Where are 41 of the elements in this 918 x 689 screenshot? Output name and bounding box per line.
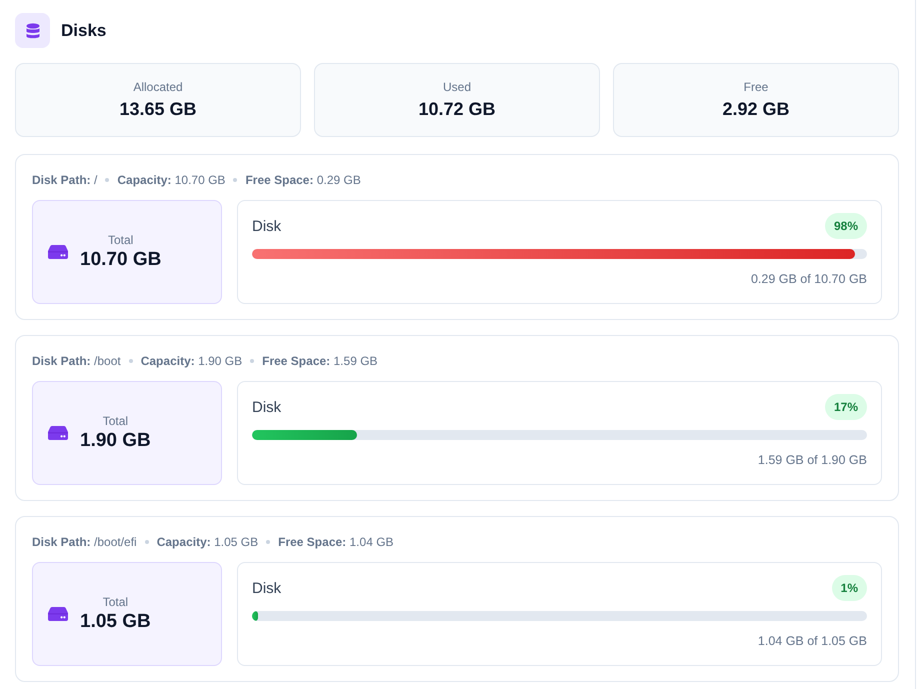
summary-label: Free bbox=[744, 80, 768, 94]
disk-info-text: Capacity: 1.90 GB bbox=[140, 354, 242, 368]
disk-info-text: Free Space: 1.04 GB bbox=[278, 535, 394, 549]
total-value: 1.90 GB bbox=[80, 430, 151, 452]
disk-info-text: Capacity: 1.05 GB bbox=[156, 535, 258, 549]
total-label: Total bbox=[102, 414, 128, 428]
separator-dot-icon bbox=[128, 359, 133, 363]
hard-drive-icon bbox=[48, 245, 68, 259]
disk-info-text: Free Space: 0.29 GB bbox=[245, 173, 361, 187]
total-value: 1.05 GB bbox=[80, 611, 151, 633]
total-label: Total bbox=[102, 595, 128, 609]
separator-dot-icon bbox=[233, 178, 238, 182]
hard-drive-icon bbox=[48, 607, 68, 621]
separator-dot-icon bbox=[105, 178, 110, 182]
usage-text: 1.04 GB of 1.05 GB bbox=[756, 634, 867, 648]
summary-value: 13.65 GB bbox=[119, 99, 197, 120]
separator-dot-icon bbox=[144, 540, 149, 544]
summary-label: Used bbox=[442, 80, 471, 94]
percent-badge: 1% bbox=[832, 575, 867, 601]
database-icon bbox=[15, 13, 50, 48]
summary-value: 2.92 GB bbox=[722, 99, 790, 120]
disk-info-text: Disk Path: /boot/efi bbox=[32, 535, 137, 549]
summary-label: Allocated bbox=[133, 80, 183, 94]
usage-label: Disk bbox=[252, 218, 282, 234]
usage-text: 1.59 GB of 1.90 GB bbox=[756, 453, 867, 467]
disk-info-text: Free Space: 1.59 GB bbox=[262, 354, 378, 368]
usage-label: Disk bbox=[252, 580, 282, 596]
section-title: Disks bbox=[61, 20, 106, 40]
usage-text: 0.29 GB of 10.70 GB bbox=[750, 272, 867, 286]
disk-info-text: Capacity: 10.70 GB bbox=[117, 173, 226, 187]
summary-value: 10.72 GB bbox=[418, 99, 496, 120]
disk-info-text: Disk Path: / bbox=[32, 173, 98, 187]
disk-info-text: Disk Path: /boot bbox=[32, 354, 121, 368]
percent-badge: 17% bbox=[824, 394, 867, 420]
percent-badge: 98% bbox=[824, 213, 867, 239]
hard-drive-icon bbox=[48, 426, 68, 440]
separator-dot-icon bbox=[266, 540, 270, 544]
usage-label: Disk bbox=[252, 398, 282, 416]
total-label: Total bbox=[108, 233, 134, 247]
total-value: 10.70 GB bbox=[80, 249, 162, 271]
separator-dot-icon bbox=[250, 359, 254, 363]
